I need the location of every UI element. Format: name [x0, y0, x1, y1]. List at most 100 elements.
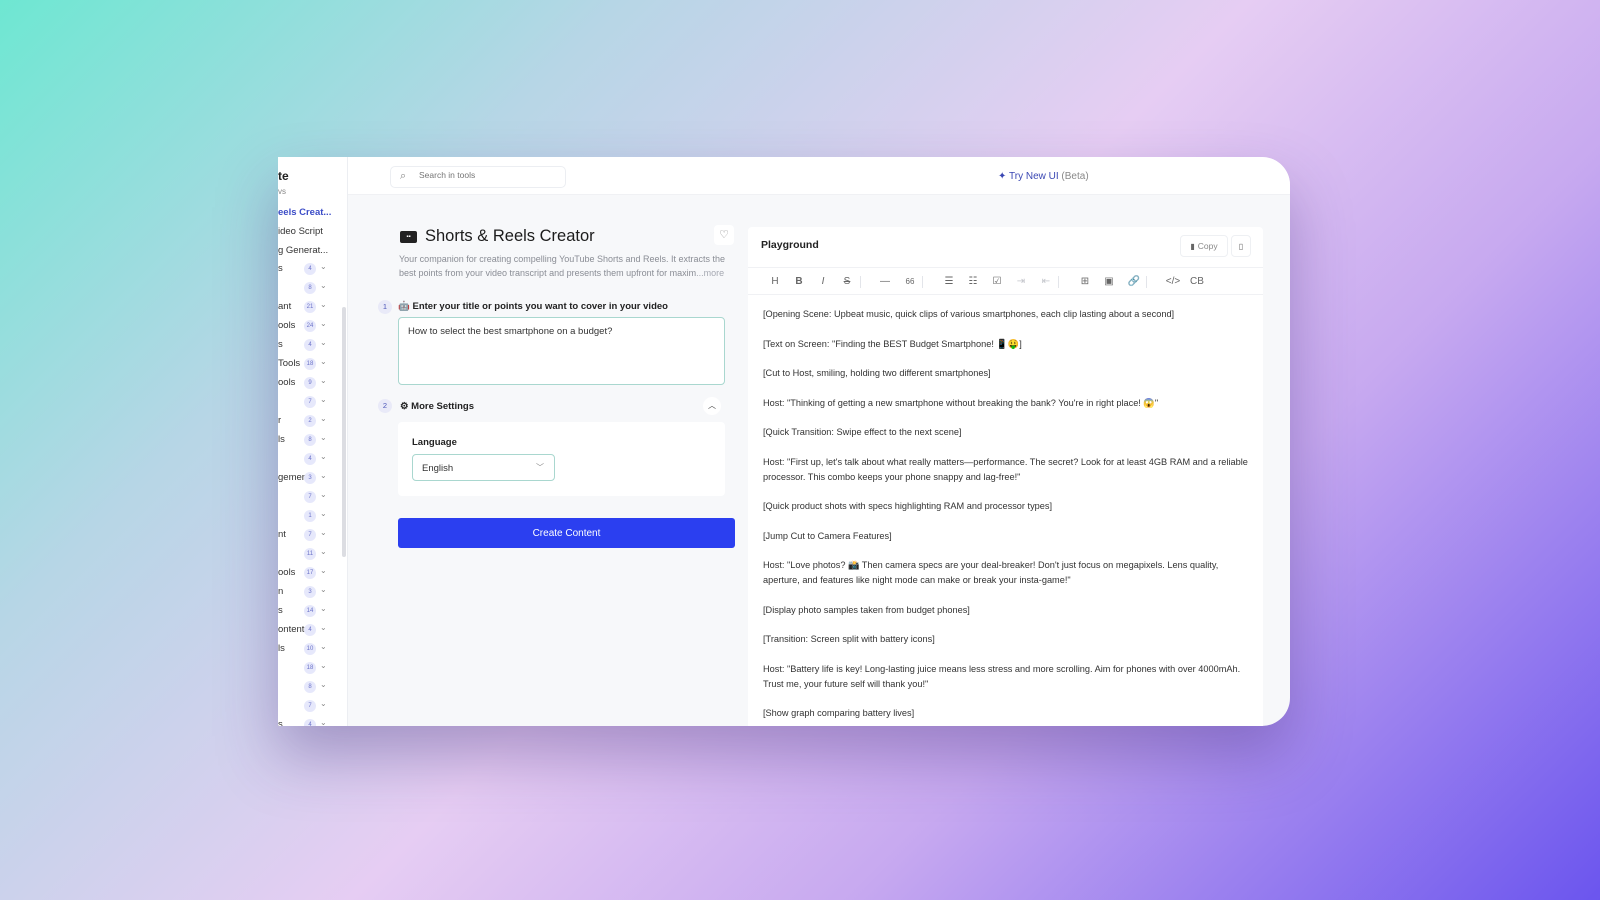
search-icon: ⌕	[400, 170, 407, 182]
category-count-badge: 9	[304, 377, 316, 389]
sidebar-category[interactable]: gemen 3 ⌄	[278, 470, 347, 486]
copy-button[interactable]: ▮ Copy	[1180, 235, 1228, 257]
sparkle-icon: ✦	[998, 171, 1007, 182]
outdent-icon[interactable]: ⇤	[1037, 274, 1055, 290]
category-label: n	[278, 586, 284, 597]
search-input[interactable]	[419, 170, 559, 180]
category-label: s	[278, 339, 283, 350]
sidebar-category[interactable]: ls 10 ⌄	[278, 641, 347, 657]
chevron-down-icon[interactable]: ⌄	[320, 471, 327, 480]
chevron-down-icon[interactable]: ⌄	[320, 262, 327, 271]
sidebar-category[interactable]: ools 24 ⌄	[278, 318, 347, 334]
category-count-badge: 21	[304, 301, 316, 313]
chevron-down-icon[interactable]: ⌄	[320, 452, 327, 461]
task-list-icon[interactable]: ☑	[988, 274, 1006, 290]
editor-content[interactable]: [Opening Scene: Upbeat music, quick clip…	[763, 307, 1253, 726]
heading-icon[interactable]: H	[766, 274, 784, 290]
sidebar-category[interactable]: ools 9 ⌄	[278, 375, 347, 391]
chevron-down-icon[interactable]: ⌄	[320, 338, 327, 347]
table-icon[interactable]: ⊞	[1076, 274, 1094, 290]
sidebar-category[interactable]: 7 ⌄	[278, 489, 347, 505]
sidebar-category[interactable]: 18 ⌄	[278, 660, 347, 676]
create-content-button[interactable]: Create Content	[398, 518, 735, 548]
sidebar-category[interactable]: 1 ⌄	[278, 508, 347, 524]
horizontal-rule-icon[interactable]: —	[876, 274, 894, 290]
language-select[interactable]: English ﹀	[412, 454, 555, 481]
chevron-down-icon[interactable]: ⌄	[320, 357, 327, 366]
download-button[interactable]: ▯	[1231, 235, 1251, 257]
more-link[interactable]: ...more	[696, 268, 724, 278]
sidebar-category[interactable]: s 4 ⌄	[278, 717, 347, 726]
numbered-list-icon[interactable]: ☷	[964, 274, 982, 290]
sidebar-category[interactable]: ontent 4 ⌄	[278, 622, 347, 638]
chevron-down-icon[interactable]: ⌄	[320, 528, 327, 537]
script-paragraph: [Text on Screen: "Finding the BEST Budge…	[763, 338, 1022, 349]
chevron-down-icon[interactable]: ⌄	[320, 414, 327, 423]
try-new-ui-link[interactable]: ✦ Try New UI (Beta)	[998, 171, 1089, 182]
sidebar-category[interactable]: nt 7 ⌄	[278, 527, 347, 543]
code-block-icon[interactable]: CB	[1188, 274, 1206, 290]
category-count-badge: 7	[304, 529, 316, 541]
chevron-down-icon[interactable]: ⌄	[320, 490, 327, 499]
chevron-down-icon[interactable]: ⌄	[320, 547, 327, 556]
chevron-down-icon[interactable]: ⌄	[320, 300, 327, 309]
code-icon[interactable]: </>	[1164, 274, 1182, 290]
sidebar-link-shorts-reels-creator[interactable]: eels Creat...	[278, 207, 331, 218]
chevron-down-icon[interactable]: ⌄	[320, 623, 327, 632]
sidebar-scrollbar[interactable]	[342, 307, 346, 557]
category-count-badge: 7	[304, 396, 316, 408]
chevron-down-icon[interactable]: ⌄	[320, 376, 327, 385]
chevron-down-icon[interactable]: ⌄	[320, 509, 327, 518]
more-settings-toggle[interactable]: ⚙ More Settings	[400, 401, 474, 412]
chevron-up-icon[interactable]: ︿	[703, 397, 721, 415]
favorite-heart-icon[interactable]: ♡	[714, 225, 734, 245]
script-paragraph: [Show graph comparing battery lives]	[763, 708, 915, 718]
sidebar-category[interactable]: ant 21 ⌄	[278, 299, 347, 315]
sidebar-category[interactable]: 4 ⌄	[278, 451, 347, 467]
link-icon[interactable]: 🔗	[1125, 274, 1143, 290]
chevron-down-icon[interactable]: ⌄	[320, 433, 327, 442]
chevron-down-icon[interactable]: ⌄	[320, 395, 327, 404]
sidebar-category[interactable]: r 2 ⌄	[278, 413, 347, 429]
script-paragraph: [Quick Transition: Swipe effect to the n…	[763, 427, 962, 437]
image-icon[interactable]: ▣	[1100, 274, 1118, 290]
sidebar-category[interactable]: s 4 ⌄	[278, 261, 347, 277]
chevron-down-icon[interactable]: ⌄	[320, 642, 327, 651]
bold-icon[interactable]: B	[790, 274, 808, 290]
chevron-down-icon[interactable]: ⌄	[320, 585, 327, 594]
sidebar-link-video-script[interactable]: ideo Script	[278, 226, 323, 237]
italic-icon[interactable]: I	[814, 274, 832, 290]
sidebar-category[interactable]: s 14 ⌄	[278, 603, 347, 619]
bullet-list-icon[interactable]: ☰	[940, 274, 958, 290]
title-points-textarea[interactable]: How to select the best smartphone on a b…	[398, 317, 725, 385]
chevron-down-icon[interactable]: ⌄	[320, 319, 327, 328]
strikethrough-icon[interactable]: S	[838, 274, 856, 290]
chevron-down-icon[interactable]: ⌄	[320, 661, 327, 670]
category-label: s	[278, 719, 283, 726]
sidebar-category[interactable]: 11 ⌄	[278, 546, 347, 562]
sidebar-category[interactable]: ls 8 ⌄	[278, 432, 347, 448]
sidebar-category[interactable]: Tools 18 ⌄	[278, 356, 347, 372]
chevron-down-icon[interactable]: ⌄	[320, 718, 327, 726]
category-count-badge: 4	[304, 719, 316, 726]
category-label: ontent	[278, 624, 305, 635]
quote-icon[interactable]: 66	[901, 274, 919, 290]
chevron-down-icon[interactable]: ⌄	[320, 281, 327, 290]
sidebar-category[interactable]: 8 ⌄	[278, 280, 347, 296]
chevron-down-icon[interactable]: ⌄	[320, 604, 327, 613]
sidebar-category[interactable]: 7 ⌄	[278, 394, 347, 410]
sidebar-category[interactable]: ools 17 ⌄	[278, 565, 347, 581]
indent-icon[interactable]: ⇥	[1012, 274, 1030, 290]
app-window: te vs eels Creat... ideo Script g Genera…	[278, 157, 1290, 726]
sidebar-link-generator[interactable]: g Generat...	[278, 245, 328, 256]
chevron-down-icon[interactable]: ⌄	[320, 680, 327, 689]
chevron-down-icon[interactable]: ⌄	[320, 566, 327, 575]
sidebar-category[interactable]: n 3 ⌄	[278, 584, 347, 600]
sidebar-category[interactable]: 8 ⌄	[278, 679, 347, 695]
sidebar-header: te	[278, 169, 289, 183]
search-box[interactable]: ⌕	[390, 166, 566, 188]
category-count-badge: 3	[304, 472, 316, 484]
sidebar-category[interactable]: s 4 ⌄	[278, 337, 347, 353]
sidebar-category[interactable]: 7 ⌄	[278, 698, 347, 714]
chevron-down-icon[interactable]: ⌄	[320, 699, 327, 708]
